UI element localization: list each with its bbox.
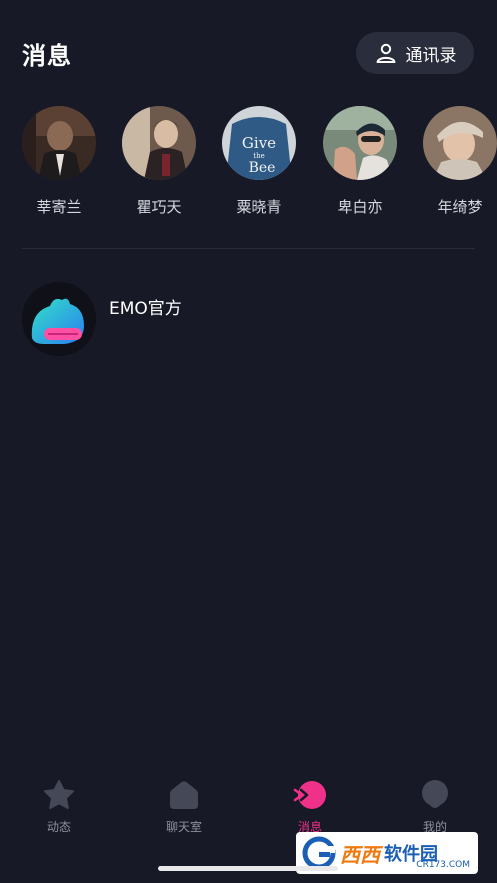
svg-text:Give: Give bbox=[242, 134, 276, 152]
home-indicator[interactable] bbox=[158, 866, 338, 871]
message-icon bbox=[293, 781, 326, 809]
divider bbox=[22, 248, 475, 249]
story-avatar-row[interactable]: 莘寄兰 瞿巧天 Give the Bee 粟晓青 卑白亦 年绮梦 bbox=[0, 106, 497, 226]
story-item[interactable]: 年绮梦 bbox=[422, 106, 497, 217]
story-item[interactable]: 莘寄兰 bbox=[21, 106, 97, 217]
contacts-label: 通讯录 bbox=[405, 45, 457, 66]
story-name: 莘寄兰 bbox=[36, 198, 82, 216]
house-icon bbox=[170, 781, 198, 809]
story-name: 年绮梦 bbox=[437, 198, 483, 216]
story-item[interactable]: 瞿巧天 bbox=[121, 106, 197, 217]
messages-screen: 消息 通讯录 莘寄兰 瞿巧天 Give the Bee 粟晓青 卑白亦 年绮梦 … bbox=[0, 0, 497, 883]
svg-text:the: the bbox=[253, 152, 264, 160]
avatar[interactable] bbox=[423, 106, 497, 180]
svg-text:Bee: Bee bbox=[249, 160, 276, 176]
tab-dynamics[interactable]: 动态 bbox=[9, 770, 109, 835]
conversation-title: EMO官方 bbox=[109, 299, 182, 319]
profile-icon bbox=[422, 780, 448, 808]
story-item[interactable]: Give the Bee 粟晓青 bbox=[221, 106, 297, 217]
tab-profile[interactable]: 我的 bbox=[385, 770, 485, 835]
emo-avatar[interactable] bbox=[22, 282, 96, 356]
watermark-g-icon bbox=[302, 836, 336, 870]
avatar[interactable] bbox=[323, 106, 397, 180]
tab-label: 聊天室 bbox=[165, 820, 202, 834]
avatar[interactable] bbox=[122, 106, 196, 180]
story-name: 粟晓青 bbox=[236, 198, 282, 216]
tab-messages[interactable]: 消息 bbox=[260, 770, 360, 835]
page-title: 消息 bbox=[22, 42, 72, 70]
avatar[interactable] bbox=[22, 106, 96, 180]
person-icon bbox=[376, 43, 395, 63]
tab-chatroom[interactable]: 聊天室 bbox=[134, 770, 234, 835]
watermark-url: CR173.COM bbox=[416, 860, 470, 870]
story-name: 瞿巧天 bbox=[136, 198, 182, 216]
avatar[interactable]: Give the Bee bbox=[222, 106, 296, 180]
story-name: 卑白亦 bbox=[337, 198, 383, 216]
tab-label: 动态 bbox=[46, 820, 71, 834]
story-item[interactable]: 卑白亦 bbox=[322, 106, 398, 217]
conversation-item[interactable]: EMO官方 bbox=[22, 282, 475, 358]
watermark-main-text: 西西 bbox=[340, 842, 380, 867]
star-icon bbox=[44, 780, 74, 809]
contacts-button[interactable]: 通讯录 bbox=[356, 32, 474, 74]
